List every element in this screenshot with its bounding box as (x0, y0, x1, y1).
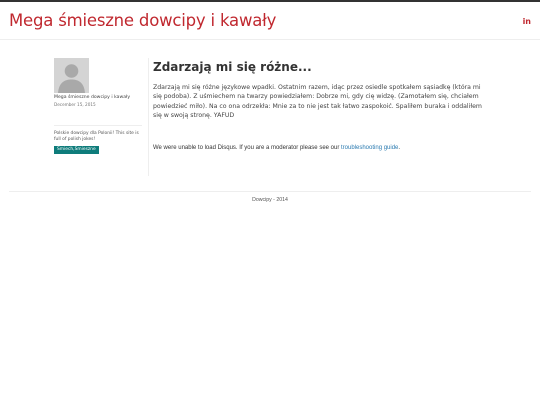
troubleshooting-guide-link[interactable]: troubleshooting guide (341, 145, 398, 151)
disqus-message: We were unable to load Disqus. If you ar… (153, 145, 400, 151)
disqus-message-suffix: . (398, 145, 401, 151)
footer-copyright: Dowcipy - 2014 (252, 197, 288, 203)
linkedin-icon[interactable]: in (523, 17, 531, 26)
author-name: Mega śmieszne dowcipy i kawały (54, 95, 131, 100)
tag-badge[interactable]: Smiech,Smieszne (54, 146, 99, 154)
avatar-silhouette-icon (54, 58, 89, 93)
site-title-link[interactable]: Mega śmieszne dowcipy i kawały (9, 11, 276, 30)
site-description: Polskie dowcipy dla Polonii! This site i… (54, 125, 142, 143)
post-body: Zdarzają mi się różne językowe wpadki. O… (153, 84, 482, 119)
disqus-message-text: We were unable to load Disqus. If you ar… (153, 145, 340, 151)
post-sidebar: Mega śmieszne dowcipy i kawały December … (54, 58, 149, 176)
site-header: Mega śmieszne dowcipy i kawały in (0, 2, 540, 40)
avatar (54, 58, 89, 93)
post-date: December 15, 2015 (54, 102, 96, 107)
footer-divider (9, 191, 531, 192)
post-title: Zdarzają mi się różne... (153, 60, 312, 74)
